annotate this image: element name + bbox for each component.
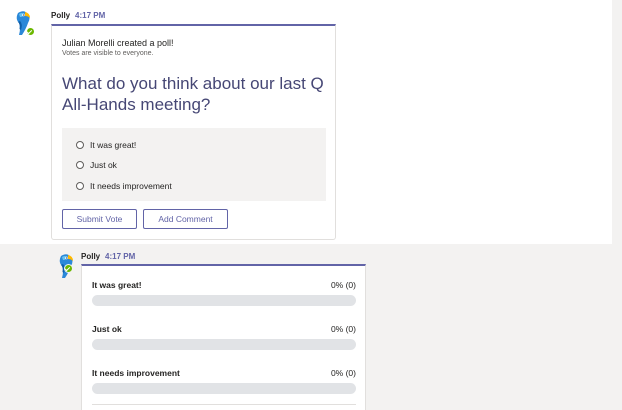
poll-option-ok[interactable]: Just ok <box>76 158 117 172</box>
poll-option-label: It was great! <box>90 140 137 150</box>
poll-results-card: It was great! 0% (0) Just ok 0% (0) It n… <box>81 264 366 410</box>
result-label: It was great! <box>92 280 142 290</box>
poll-creator-text: Julian Morelli created a poll! <box>62 38 174 48</box>
result-percent: 0% (0) <box>330 324 356 334</box>
result-percent: 0% (0) <box>330 280 356 290</box>
poll-card: Julian Morelli created a poll! Votes are… <box>51 24 336 240</box>
presence-available-icon <box>64 264 73 273</box>
poll-option-label: Just ok <box>90 160 117 170</box>
poll-option-improvement[interactable]: It needs improvement <box>76 179 172 193</box>
poll-question: What do you think about our last Q All-H… <box>62 74 324 114</box>
divider <box>92 404 356 405</box>
sender-name: Polly <box>51 11 71 20</box>
result-bar <box>92 295 356 306</box>
message-timestamp: 4:17 PM <box>105 252 136 261</box>
poll-visibility-text: Votes are visible to everyone. <box>62 50 154 57</box>
add-comment-button[interactable]: Add Comment <box>143 209 228 229</box>
result-percent: 0% (0) <box>330 368 356 378</box>
result-bar <box>92 383 356 394</box>
result-label: It needs improvement <box>92 368 180 378</box>
poll-options: It was great! Just ok It needs improveme… <box>62 128 326 201</box>
radio-button[interactable] <box>76 141 84 149</box>
poll-option-label: It needs improvement <box>90 181 172 191</box>
result-label: Just ok <box>92 324 122 334</box>
radio-button[interactable] <box>76 161 84 169</box>
presence-available-icon <box>26 27 35 36</box>
poll-option-great[interactable]: It was great! <box>76 138 136 152</box>
submit-vote-button[interactable]: Submit Vote <box>62 209 137 229</box>
sender-name: Polly <box>81 252 101 261</box>
message-timestamp: 4:17 PM <box>75 11 106 20</box>
radio-button[interactable] <box>76 182 84 190</box>
result-bar <box>92 339 356 350</box>
scroll-gutter <box>612 0 622 410</box>
